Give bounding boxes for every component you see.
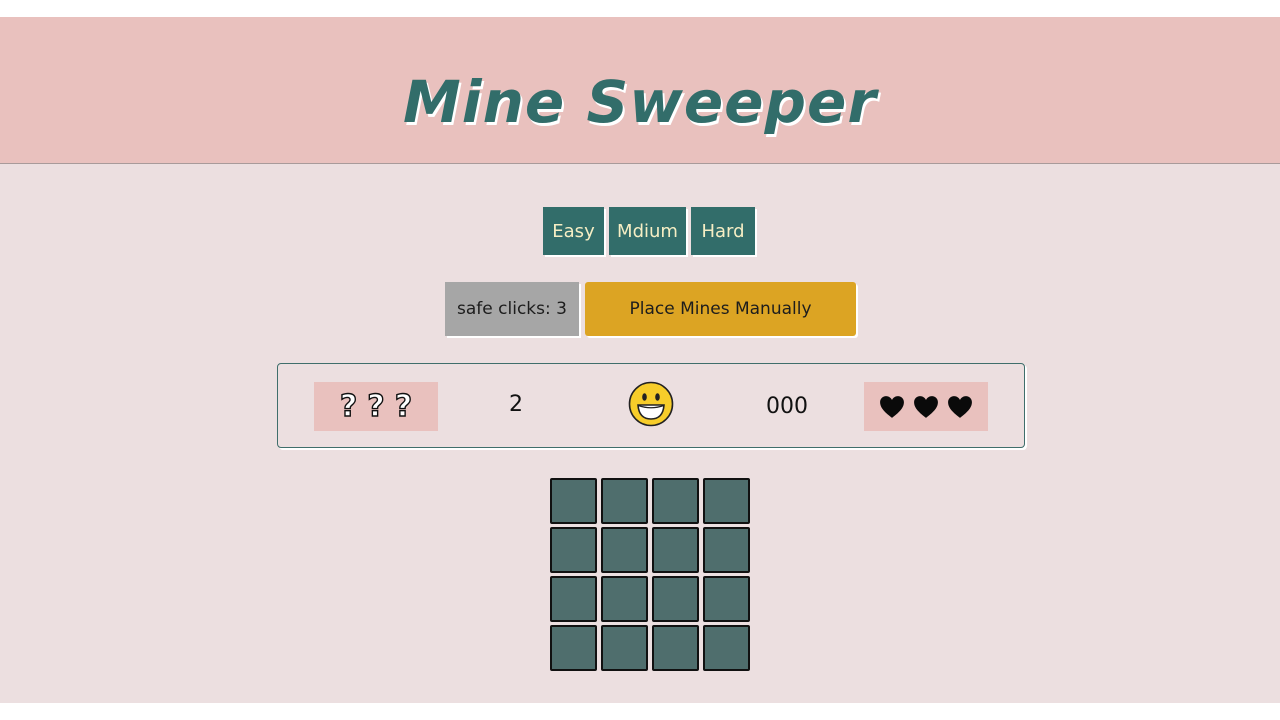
board-cell[interactable] — [601, 576, 648, 622]
status-bar: ? ? ? 2 000 — [277, 363, 1025, 448]
mine-board — [550, 478, 750, 671]
timer: 000 — [766, 394, 808, 419]
board-cell[interactable] — [601, 625, 648, 671]
board-cell[interactable] — [652, 625, 699, 671]
board-cell[interactable] — [601, 527, 648, 573]
safe-clicks-button[interactable]: safe clicks: 3 — [445, 282, 579, 336]
hint-icon[interactable]: ? — [367, 390, 386, 421]
board-cell[interactable] — [703, 478, 750, 524]
hints-panel[interactable]: ? ? ? — [314, 382, 438, 431]
game-title: Mine Sweeper — [403, 68, 877, 136]
hint-icon[interactable]: ? — [394, 390, 413, 421]
header: Mine Sweeper — [0, 17, 1280, 164]
medium-level-button[interactable]: Mdium — [609, 207, 686, 255]
hard-level-button[interactable]: Hard — [691, 207, 755, 255]
game-page: Mine Sweeper Easy Mdium Hard safe clicks… — [0, 17, 1280, 703]
heart-icon — [948, 395, 972, 418]
heart-icon — [914, 395, 938, 418]
mines-counter: 2 — [509, 392, 523, 417]
board-cell[interactable] — [703, 576, 750, 622]
board-cell[interactable] — [550, 625, 597, 671]
grinning-face-icon[interactable] — [628, 381, 674, 427]
lives-panel — [864, 382, 988, 431]
board-cell[interactable] — [703, 527, 750, 573]
board-cell[interactable] — [550, 527, 597, 573]
board-cell[interactable] — [550, 576, 597, 622]
board-cell[interactable] — [652, 527, 699, 573]
easy-level-button[interactable]: Easy — [543, 207, 604, 255]
board-cell[interactable] — [601, 478, 648, 524]
hint-icon[interactable]: ? — [339, 390, 358, 421]
board-cell[interactable] — [550, 478, 597, 524]
board-cell[interactable] — [652, 576, 699, 622]
level-selector: Easy Mdium Hard — [543, 207, 755, 255]
board-cell[interactable] — [703, 625, 750, 671]
heart-icon — [880, 395, 904, 418]
place-mines-manually-button[interactable]: Place Mines Manually — [585, 282, 856, 336]
board-cell[interactable] — [652, 478, 699, 524]
